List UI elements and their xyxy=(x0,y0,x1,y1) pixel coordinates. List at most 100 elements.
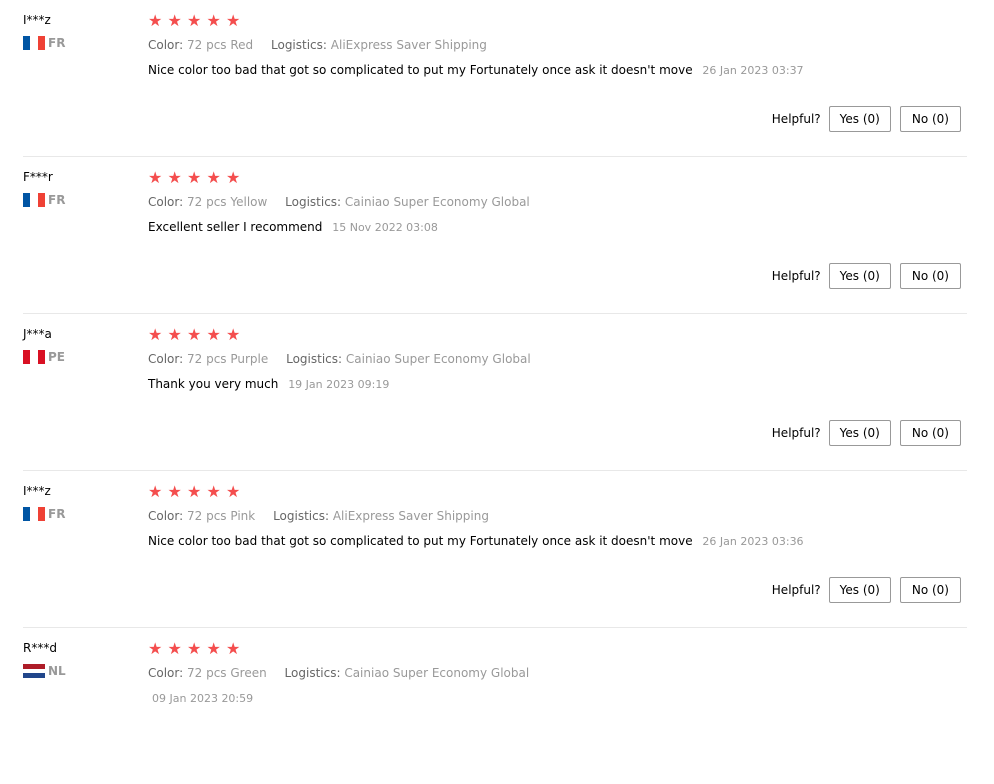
reviewer-country: NL xyxy=(23,664,66,679)
star-icon: ★ xyxy=(206,11,221,30)
review-date: 09 Jan 2023 20:59 xyxy=(152,692,254,705)
reviewer-info: R***d NL xyxy=(23,640,66,679)
star-rating: ★ ★ ★ ★ ★ xyxy=(148,169,967,187)
color-label: Color: xyxy=(148,38,184,52)
star-icon: ★ xyxy=(148,11,163,30)
reviewer-country: FR xyxy=(23,507,65,521)
reviewer-name: I***z xyxy=(23,13,51,27)
reviewer-name: I***z xyxy=(23,484,51,498)
logistics-label: Logistics: xyxy=(271,38,327,52)
helpful-label: Helpful? xyxy=(771,583,821,597)
helpful-section: Helpful? Yes (0) No (0) xyxy=(772,106,961,132)
logistics-value: AliExpress Saver Shipping xyxy=(330,38,487,52)
helpful-section: Helpful? Yes (0) No (0) xyxy=(772,420,961,446)
helpful-label: Helpful? xyxy=(771,112,821,126)
star-icon: ★ xyxy=(206,482,221,501)
star-icon: ★ xyxy=(187,639,202,658)
reviewer-info: I***z FR xyxy=(23,483,65,521)
review-item: J***a PE ★ ★ ★ ★ ★ Color: 72 pcs Purple Logi… xyxy=(23,314,967,471)
star-icon: ★ xyxy=(206,639,221,658)
star-icon: ★ xyxy=(226,325,241,344)
review-meta: Color: 72 pcs Green Logistics: Cainiao S… xyxy=(148,665,967,681)
logistics-value: Cainiao Super Economy Global xyxy=(345,352,531,366)
star-icon: ★ xyxy=(187,168,202,187)
country-code: NL xyxy=(48,664,66,678)
review-date: 15 Nov 2022 03:08 xyxy=(332,221,438,234)
helpful-yes-button[interactable]: Yes (0) xyxy=(828,577,891,603)
helpful-no-button[interactable]: No (0) xyxy=(899,106,961,132)
reviewer-name: F***r xyxy=(23,170,53,184)
reviewer-info: F***r FR xyxy=(23,169,65,207)
review-text: Thank you very much xyxy=(148,377,279,391)
review-text: Nice color too bad that got so complicat… xyxy=(148,63,693,77)
color-value: 72 pcs Yellow xyxy=(187,195,268,209)
helpful-label: Helpful? xyxy=(771,269,821,283)
reviewer-country: PE xyxy=(23,350,65,364)
helpful-no-button[interactable]: No (0) xyxy=(899,577,961,603)
review-item: I***z FR ★ ★ ★ ★ ★ Color: 72 pcs Red Logisti… xyxy=(23,0,967,157)
star-icon: ★ xyxy=(206,168,221,187)
star-icon: ★ xyxy=(206,325,221,344)
star-icon: ★ xyxy=(167,325,182,344)
review-item: R***d NL ★ ★ ★ ★ ★ Color: 72 pcs Green Logis… xyxy=(23,628,967,784)
color-value: 72 pcs Red xyxy=(187,38,254,52)
color-label: Color: xyxy=(148,352,184,366)
color-value: 72 pcs Purple xyxy=(187,352,269,366)
review-body: Excellent seller I recommend 15 Nov 2022… xyxy=(148,219,967,235)
review-meta: Color: 72 pcs Purple Logistics: Cainiao … xyxy=(148,351,967,367)
helpful-no-button[interactable]: No (0) xyxy=(899,263,961,289)
review-content: ★ ★ ★ ★ ★ Color: 72 pcs Pink Logistics: AliE… xyxy=(148,483,967,549)
helpful-yes-button[interactable]: Yes (0) xyxy=(828,106,891,132)
helpful-yes-button[interactable]: Yes (0) xyxy=(828,263,891,289)
review-item: I***z FR ★ ★ ★ ★ ★ Color: 72 pcs Pink Logist… xyxy=(23,471,967,628)
reviewer-name: J***a xyxy=(23,327,52,341)
reviewer-name: R***d xyxy=(23,641,57,655)
reviewer-country: FR xyxy=(23,36,65,50)
star-icon: ★ xyxy=(148,639,163,658)
star-icon: ★ xyxy=(148,325,163,344)
star-icon: ★ xyxy=(148,168,163,187)
flag-nl-icon xyxy=(23,664,45,679)
country-code: PE xyxy=(48,350,65,364)
review-content: ★ ★ ★ ★ ★ Color: 72 pcs Red Logistics: AliEx… xyxy=(148,12,967,78)
review-date: 26 Jan 2023 03:36 xyxy=(702,535,804,548)
review-content: ★ ★ ★ ★ ★ Color: 72 pcs Yellow Logistics: Ca… xyxy=(148,169,967,235)
star-icon: ★ xyxy=(167,639,182,658)
star-icon: ★ xyxy=(226,639,241,658)
review-body: Nice color too bad that got so complicat… xyxy=(148,62,967,78)
color-value: 72 pcs Pink xyxy=(187,509,256,523)
review-list: I***z FR ★ ★ ★ ★ ★ Color: 72 pcs Red Logisti… xyxy=(0,0,994,784)
review-text: Excellent seller I recommend xyxy=(148,220,323,234)
helpful-section: Helpful? Yes (0) No (0) xyxy=(772,577,961,603)
reviewer-country: FR xyxy=(23,193,65,207)
helpful-yes-button[interactable]: Yes (0) xyxy=(828,420,891,446)
color-label: Color: xyxy=(148,195,184,209)
review-meta: Color: 72 pcs Yellow Logistics: Cainiao … xyxy=(148,194,967,210)
star-icon: ★ xyxy=(226,11,241,30)
logistics-label: Logistics: xyxy=(273,509,330,523)
logistics-value: Cainiao Super Economy Global xyxy=(344,666,530,680)
star-rating: ★ ★ ★ ★ ★ xyxy=(148,326,967,344)
star-icon: ★ xyxy=(187,482,202,501)
logistics-value: AliExpress Saver Shipping xyxy=(332,509,489,523)
star-icon: ★ xyxy=(167,168,182,187)
logistics-label: Logistics: xyxy=(286,352,343,366)
review-item: F***r FR ★ ★ ★ ★ ★ Color: 72 pcs Yellow Logi… xyxy=(23,157,967,314)
star-icon: ★ xyxy=(187,11,202,30)
review-date: 26 Jan 2023 03:37 xyxy=(702,64,804,77)
color-label: Color: xyxy=(148,509,184,523)
review-body: Nice color too bad that got so complicat… xyxy=(148,533,967,549)
helpful-label: Helpful? xyxy=(771,426,821,440)
review-content: ★ ★ ★ ★ ★ Color: 72 pcs Green Logistics: Cai… xyxy=(148,640,967,706)
review-body: Thank you very much 19 Jan 2023 09:19 xyxy=(148,376,967,392)
country-code: FR xyxy=(48,36,66,50)
review-text: Nice color too bad that got so complicat… xyxy=(148,534,693,548)
star-icon: ★ xyxy=(187,325,202,344)
logistics-label: Logistics: xyxy=(284,666,341,680)
helpful-no-button[interactable]: No (0) xyxy=(899,420,961,446)
flag-fr-icon xyxy=(23,36,45,50)
review-body: 09 Jan 2023 20:59 xyxy=(148,690,967,706)
logistics-label: Logistics: xyxy=(285,195,342,209)
color-label: Color: xyxy=(148,666,184,680)
flag-pe-icon xyxy=(23,350,45,364)
